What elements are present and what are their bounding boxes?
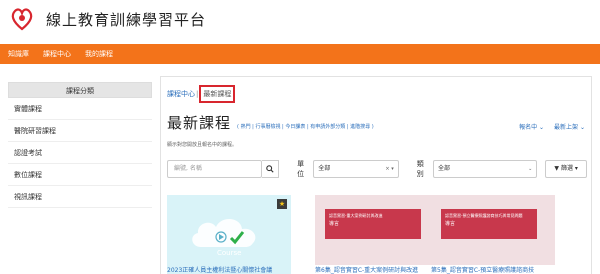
page-title: 最新課程 bbox=[167, 114, 232, 132]
chevron-down-icon: ⌄ bbox=[528, 166, 533, 172]
search-icon bbox=[266, 165, 274, 173]
site-title: 線上教育訓練學習平台 bbox=[46, 10, 207, 29]
filter-today[interactable]: 今日課表 bbox=[285, 124, 305, 130]
title-row: 最新課程 ( 熱門 | 行事曆檢視 | 今日課表 | 有申請外部分類 | 進階搜… bbox=[167, 113, 587, 133]
page-subtitle: 顯示對您開放且報名中的課程。 bbox=[167, 142, 238, 148]
breadcrumb-current: 最新課程 bbox=[199, 85, 236, 103]
breadcrumb: 課程中心 | 最新課程 bbox=[167, 85, 236, 103]
course-card-title[interactable]: 第5集_認音實習C-預立醫療照護諮商技 bbox=[431, 265, 555, 274]
category-select-value: 全部 bbox=[437, 165, 450, 172]
course-card-title[interactable]: 2023正確人員主權利法暨心關懷社會議 bbox=[167, 265, 291, 274]
category-label: 類別 bbox=[416, 160, 424, 178]
course-card[interactable]: 認音實習-預立醫療照護諮商技巧與常見問題 導言 第5集_認音實習C-預立醫療照護… bbox=[431, 195, 555, 274]
sidebar-item-video[interactable]: 視訊課程 bbox=[8, 186, 152, 208]
sidebar-item-digital[interactable]: 數位課程 bbox=[8, 164, 152, 186]
course-card-title[interactable]: 第6集_認音實習C-重大案例研討與改進 bbox=[315, 265, 439, 274]
filter-button[interactable]: ▼ 篩選 ▾ bbox=[545, 160, 587, 178]
search-row: 編號, 名稱 單位 全部 × ▾ 類別 全部 ⌄ ▼ 篩選 ▾ bbox=[167, 160, 587, 178]
sort-status-label: 報名中 bbox=[519, 124, 538, 131]
quick-filters: ( 熱門 | 行事曆檢視 | 今日課表 | 有申請外部分類 | 進階搜尋 ) bbox=[237, 124, 374, 130]
unit-select-value: 全部 bbox=[318, 165, 331, 172]
course-banner: 認音實習-預立醫療照護諮商技巧與常見問題 導言 bbox=[441, 209, 537, 239]
course-image-text: Course bbox=[217, 249, 242, 257]
nav-item-course-center[interactable]: 課程中心 bbox=[43, 49, 71, 59]
main-nav: 知識庫 課程中心 我的課程 bbox=[0, 44, 600, 64]
sidebar-item-physical[interactable]: 實體課程 bbox=[8, 98, 152, 120]
filter-external[interactable]: 有申請外部分類 bbox=[310, 124, 345, 130]
sidebar-item-hospital[interactable]: 醫院研習課程 bbox=[8, 120, 152, 142]
course-banner: 認音實習-重大案例研討與改進 導言 bbox=[325, 209, 421, 239]
filter-button-label: 篩選 bbox=[560, 165, 573, 172]
breadcrumb-home-link[interactable]: 課程中心 bbox=[167, 89, 195, 99]
filter-popular[interactable]: 熱門 bbox=[241, 124, 251, 130]
site-header: 線上教育訓練學習平台 bbox=[0, 0, 600, 38]
sort-order-dropdown[interactable]: 最新上架 ⌄ bbox=[554, 122, 585, 131]
main-panel: 課程中心 | 最新課程 最新課程 ( 熱門 | 行事曆檢視 | 今日課表 | 有… bbox=[160, 76, 592, 274]
logo-icon bbox=[11, 8, 33, 31]
course-thumbnail: 認音實習-預立醫療照護諮商技巧與常見問題 導言 bbox=[431, 195, 555, 265]
clear-x-icon[interactable]: × ▾ bbox=[385, 161, 393, 177]
filter-advanced-search[interactable]: 進階搜尋 bbox=[350, 124, 370, 130]
course-card[interactable]: ★ Course 2023正確人員主權利法暨心關懷社會議 bbox=[167, 195, 291, 274]
nav-item-knowledge[interactable]: 知識庫 bbox=[8, 49, 29, 59]
sidebar: 課程分類 實體課程 醫院研習課程 認證考試 數位課程 視訊課程 bbox=[8, 82, 152, 208]
unit-label: 單位 bbox=[297, 160, 305, 178]
banner-line-1: 認音實習-重大案例研討與改進 bbox=[329, 213, 383, 218]
sort-status-dropdown[interactable]: 報名中 ⌄ bbox=[519, 122, 544, 131]
banner-line-1: 認音實習-預立醫療照護諮商技巧與常見問題 bbox=[445, 213, 523, 218]
chevron-down-icon: ⌄ bbox=[539, 124, 545, 131]
breadcrumb-separator: | bbox=[196, 90, 199, 98]
unit-select[interactable]: 全部 × ▾ bbox=[313, 160, 399, 178]
sidebar-heading: 課程分類 bbox=[8, 82, 152, 98]
search-input[interactable]: 編號, 名稱 bbox=[167, 160, 262, 178]
banner-line-2: 導言 bbox=[329, 221, 340, 227]
funnel-icon: ▼ bbox=[554, 165, 560, 172]
search-button[interactable] bbox=[261, 160, 280, 178]
nav-item-my-courses[interactable]: 我的課程 bbox=[85, 49, 113, 59]
sort-order-label: 最新上架 bbox=[554, 124, 579, 131]
caret-down-icon: ▾ bbox=[574, 165, 578, 172]
sort-controls: 報名中 ⌄ 最新上架 ⌄ bbox=[519, 122, 585, 131]
banner-line-2: 導言 bbox=[445, 221, 456, 227]
sidebar-item-certification[interactable]: 認證考試 bbox=[8, 142, 152, 164]
chevron-down-icon: ⌄ bbox=[579, 124, 585, 131]
course-thumbnail: 認音實習-重大案例研討與改進 導言 bbox=[315, 195, 439, 265]
course-card[interactable]: 認音實習-重大案例研討與改進 導言 第6集_認音實習C-重大案例研討與改進 bbox=[315, 195, 439, 274]
filter-calendar[interactable]: 行事曆檢視 bbox=[255, 124, 280, 130]
category-select[interactable]: 全部 ⌄ bbox=[432, 160, 538, 178]
star-icon: ★ bbox=[277, 199, 287, 209]
